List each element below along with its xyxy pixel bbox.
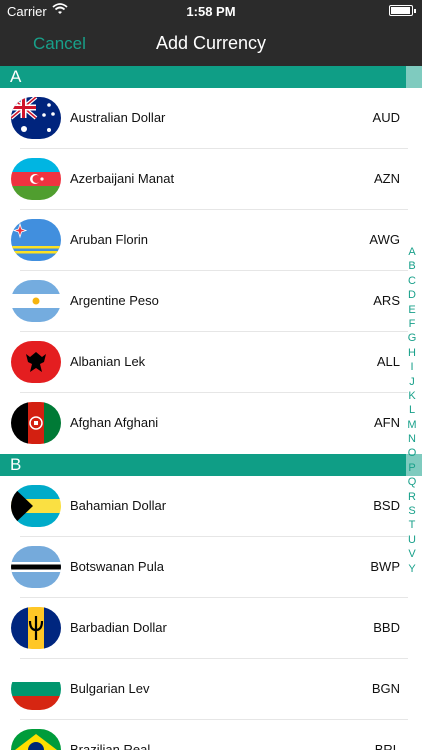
index-letter-i[interactable]: I xyxy=(405,360,419,374)
argentina-flag-icon xyxy=(11,280,61,322)
status-time: 1:58 PM xyxy=(186,4,236,19)
currency-code: BSD xyxy=(373,498,400,513)
currency-code: AUD xyxy=(372,110,400,125)
index-letter-u[interactable]: U xyxy=(405,533,419,547)
index-letter-t[interactable]: T xyxy=(405,518,419,532)
currency-name: Barbadian Dollar xyxy=(70,620,167,635)
currency-code: BBD xyxy=(373,620,400,635)
currency-row-bbd[interactable]: Barbadian Dollar BBD xyxy=(0,598,422,659)
currency-code: AWG xyxy=(369,232,400,247)
albania-flag-icon xyxy=(11,341,61,383)
brazil-flag-icon xyxy=(11,729,61,750)
battery-icon xyxy=(389,5,416,16)
currency-name: Brazilian Real xyxy=(70,742,151,750)
currency-row-bwp[interactable]: Botswanan Pula BWP xyxy=(0,537,422,598)
section-header-b: B xyxy=(0,454,422,476)
index-letter-c[interactable]: C xyxy=(405,274,419,288)
afghanistan-flag-icon xyxy=(11,402,61,444)
currency-row-azn[interactable]: Azerbaijani Manat AZN xyxy=(0,149,422,210)
currency-name: Botswanan Pula xyxy=(70,559,164,574)
index-letter-k[interactable]: K xyxy=(405,389,419,403)
index-letter-l[interactable]: L xyxy=(405,403,419,417)
barbados-flag-icon xyxy=(11,607,61,649)
index-letter-p[interactable]: P xyxy=(405,461,419,475)
bulgaria-flag-icon xyxy=(11,668,61,710)
section-index[interactable]: ABCDEFGHIJKLMNOPQRSTUVY xyxy=(405,245,419,576)
australia-flag-icon xyxy=(11,97,61,139)
index-letter-j[interactable]: J xyxy=(405,375,419,389)
index-letter-h[interactable]: H xyxy=(405,346,419,360)
currency-name: Bahamian Dollar xyxy=(70,498,167,513)
currency-code: BGN xyxy=(371,681,400,696)
aruba-flag-icon xyxy=(11,219,61,261)
index-letter-y[interactable]: Y xyxy=(405,562,419,576)
currency-code: BWP xyxy=(370,559,400,574)
currency-code: BRL xyxy=(374,742,400,750)
status-bar: Carrier 1:58 PM xyxy=(0,0,422,22)
index-letter-n[interactable]: N xyxy=(405,432,419,446)
index-letter-v[interactable]: V xyxy=(405,547,419,561)
top-bar: Carrier 1:58 PM Cancel Add Currency xyxy=(0,0,422,66)
index-letter-e[interactable]: E xyxy=(405,303,419,317)
index-letter-d[interactable]: D xyxy=(405,288,419,302)
currency-code: AFN xyxy=(374,415,400,430)
currency-name: Afghan Afghani xyxy=(70,415,159,430)
index-letter-o[interactable]: O xyxy=(405,446,419,460)
page-title: Add Currency xyxy=(155,33,267,53)
currency-name: Argentine Peso xyxy=(70,293,159,308)
currency-name: Albanian Lek xyxy=(70,354,146,369)
currency-name: Azerbaijani Manat xyxy=(70,171,175,186)
currency-code: AZN xyxy=(374,171,400,186)
index-letter-a[interactable]: A xyxy=(405,245,419,259)
currency-row-bgn[interactable]: Bulgarian Lev BGN xyxy=(0,659,422,720)
currency-row-all[interactable]: Albanian Lek ALL xyxy=(0,332,422,393)
currency-row-afn[interactable]: Afghan Afghani AFN xyxy=(0,393,422,454)
index-letter-q[interactable]: Q xyxy=(405,475,419,489)
currency-row-aud[interactable]: Australian Dollar AUD xyxy=(0,88,422,149)
currency-name: Australian Dollar xyxy=(70,110,166,125)
currency-name: Bulgarian Lev xyxy=(70,681,150,696)
currency-code: ARS xyxy=(373,293,400,308)
index-letter-r[interactable]: R xyxy=(405,490,419,504)
battery-fill xyxy=(391,7,410,14)
bahamas-flag-icon xyxy=(11,485,61,527)
index-letter-f[interactable]: F xyxy=(405,317,419,331)
currency-code: ALL xyxy=(376,354,400,369)
currency-row-brl[interactable]: Brazilian Real BRL xyxy=(0,720,422,750)
currency-row-ars[interactable]: Argentine Peso ARS xyxy=(0,271,422,332)
botswana-flag-icon xyxy=(11,546,61,588)
section-header-a: A xyxy=(0,66,422,88)
azerbaijan-flag-icon xyxy=(11,158,61,200)
currency-row-bsd[interactable]: Bahamian Dollar BSD xyxy=(0,476,422,537)
index-letter-b[interactable]: B xyxy=(405,259,419,273)
section-header-end xyxy=(406,66,422,88)
index-letter-g[interactable]: G xyxy=(405,331,419,345)
currency-name: Aruban Florin xyxy=(70,232,149,247)
index-letter-s[interactable]: S xyxy=(405,504,419,518)
currency-list[interactable]: A Australian Dollar AUD Azerbaijani Manat AZ… xyxy=(0,66,422,750)
section-letter: B xyxy=(10,455,22,474)
currency-row-awg[interactable]: Aruban Florin AWG xyxy=(0,210,422,271)
index-letter-m[interactable]: M xyxy=(405,418,419,432)
section-letter: A xyxy=(10,67,22,86)
